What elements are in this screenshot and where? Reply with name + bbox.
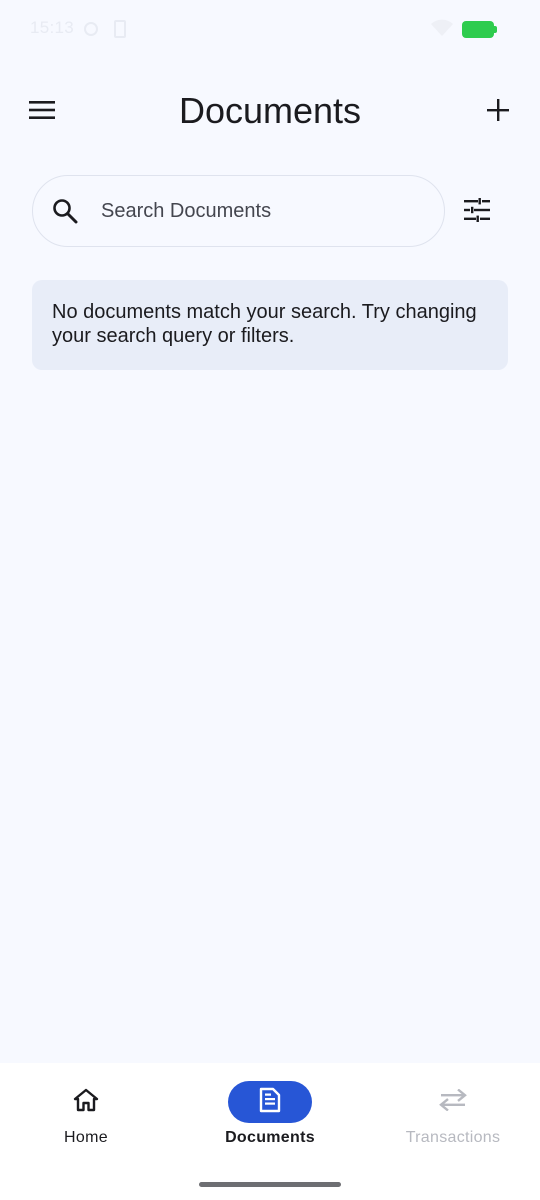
- filter-button[interactable]: [455, 190, 499, 234]
- nav-item-documents[interactable]: Documents: [180, 1081, 360, 1161]
- search-icon: [51, 197, 79, 225]
- add-document-button[interactable]: [474, 90, 522, 134]
- tune-icon: [464, 197, 490, 227]
- search-input[interactable]: [101, 199, 401, 223]
- swap-icon: [439, 1088, 467, 1116]
- home-icon: [73, 1088, 99, 1117]
- status-bar: 15:13: [0, 0, 540, 60]
- nav-label-documents: Documents: [225, 1129, 315, 1146]
- nav-label-home: Home: [64, 1129, 108, 1146]
- plus-icon: [487, 98, 509, 126]
- status-time: 15:13: [30, 18, 75, 37]
- nav-active-indicator: [228, 1081, 312, 1123]
- battery-icon: [462, 21, 497, 38]
- document-icon: [258, 1087, 282, 1118]
- empty-state-message: No documents match your search. Try chan…: [32, 280, 508, 370]
- status-notification-icon: [84, 22, 98, 36]
- search-bar[interactable]: [32, 175, 445, 247]
- nav-item-transactions[interactable]: Transactions: [363, 1081, 540, 1161]
- bottom-navigation: Home Documents Transactions: [0, 1063, 540, 1200]
- status-sim-icon: [114, 20, 126, 38]
- gesture-navigation-bar[interactable]: [199, 1182, 341, 1187]
- nav-label-transactions: Transactions: [405, 1129, 501, 1146]
- top-app-bar: Documents: [0, 70, 540, 154]
- wifi-icon: [430, 18, 454, 43]
- page-title: Documents: [178, 90, 362, 131]
- nav-item-home[interactable]: Home: [0, 1081, 176, 1161]
